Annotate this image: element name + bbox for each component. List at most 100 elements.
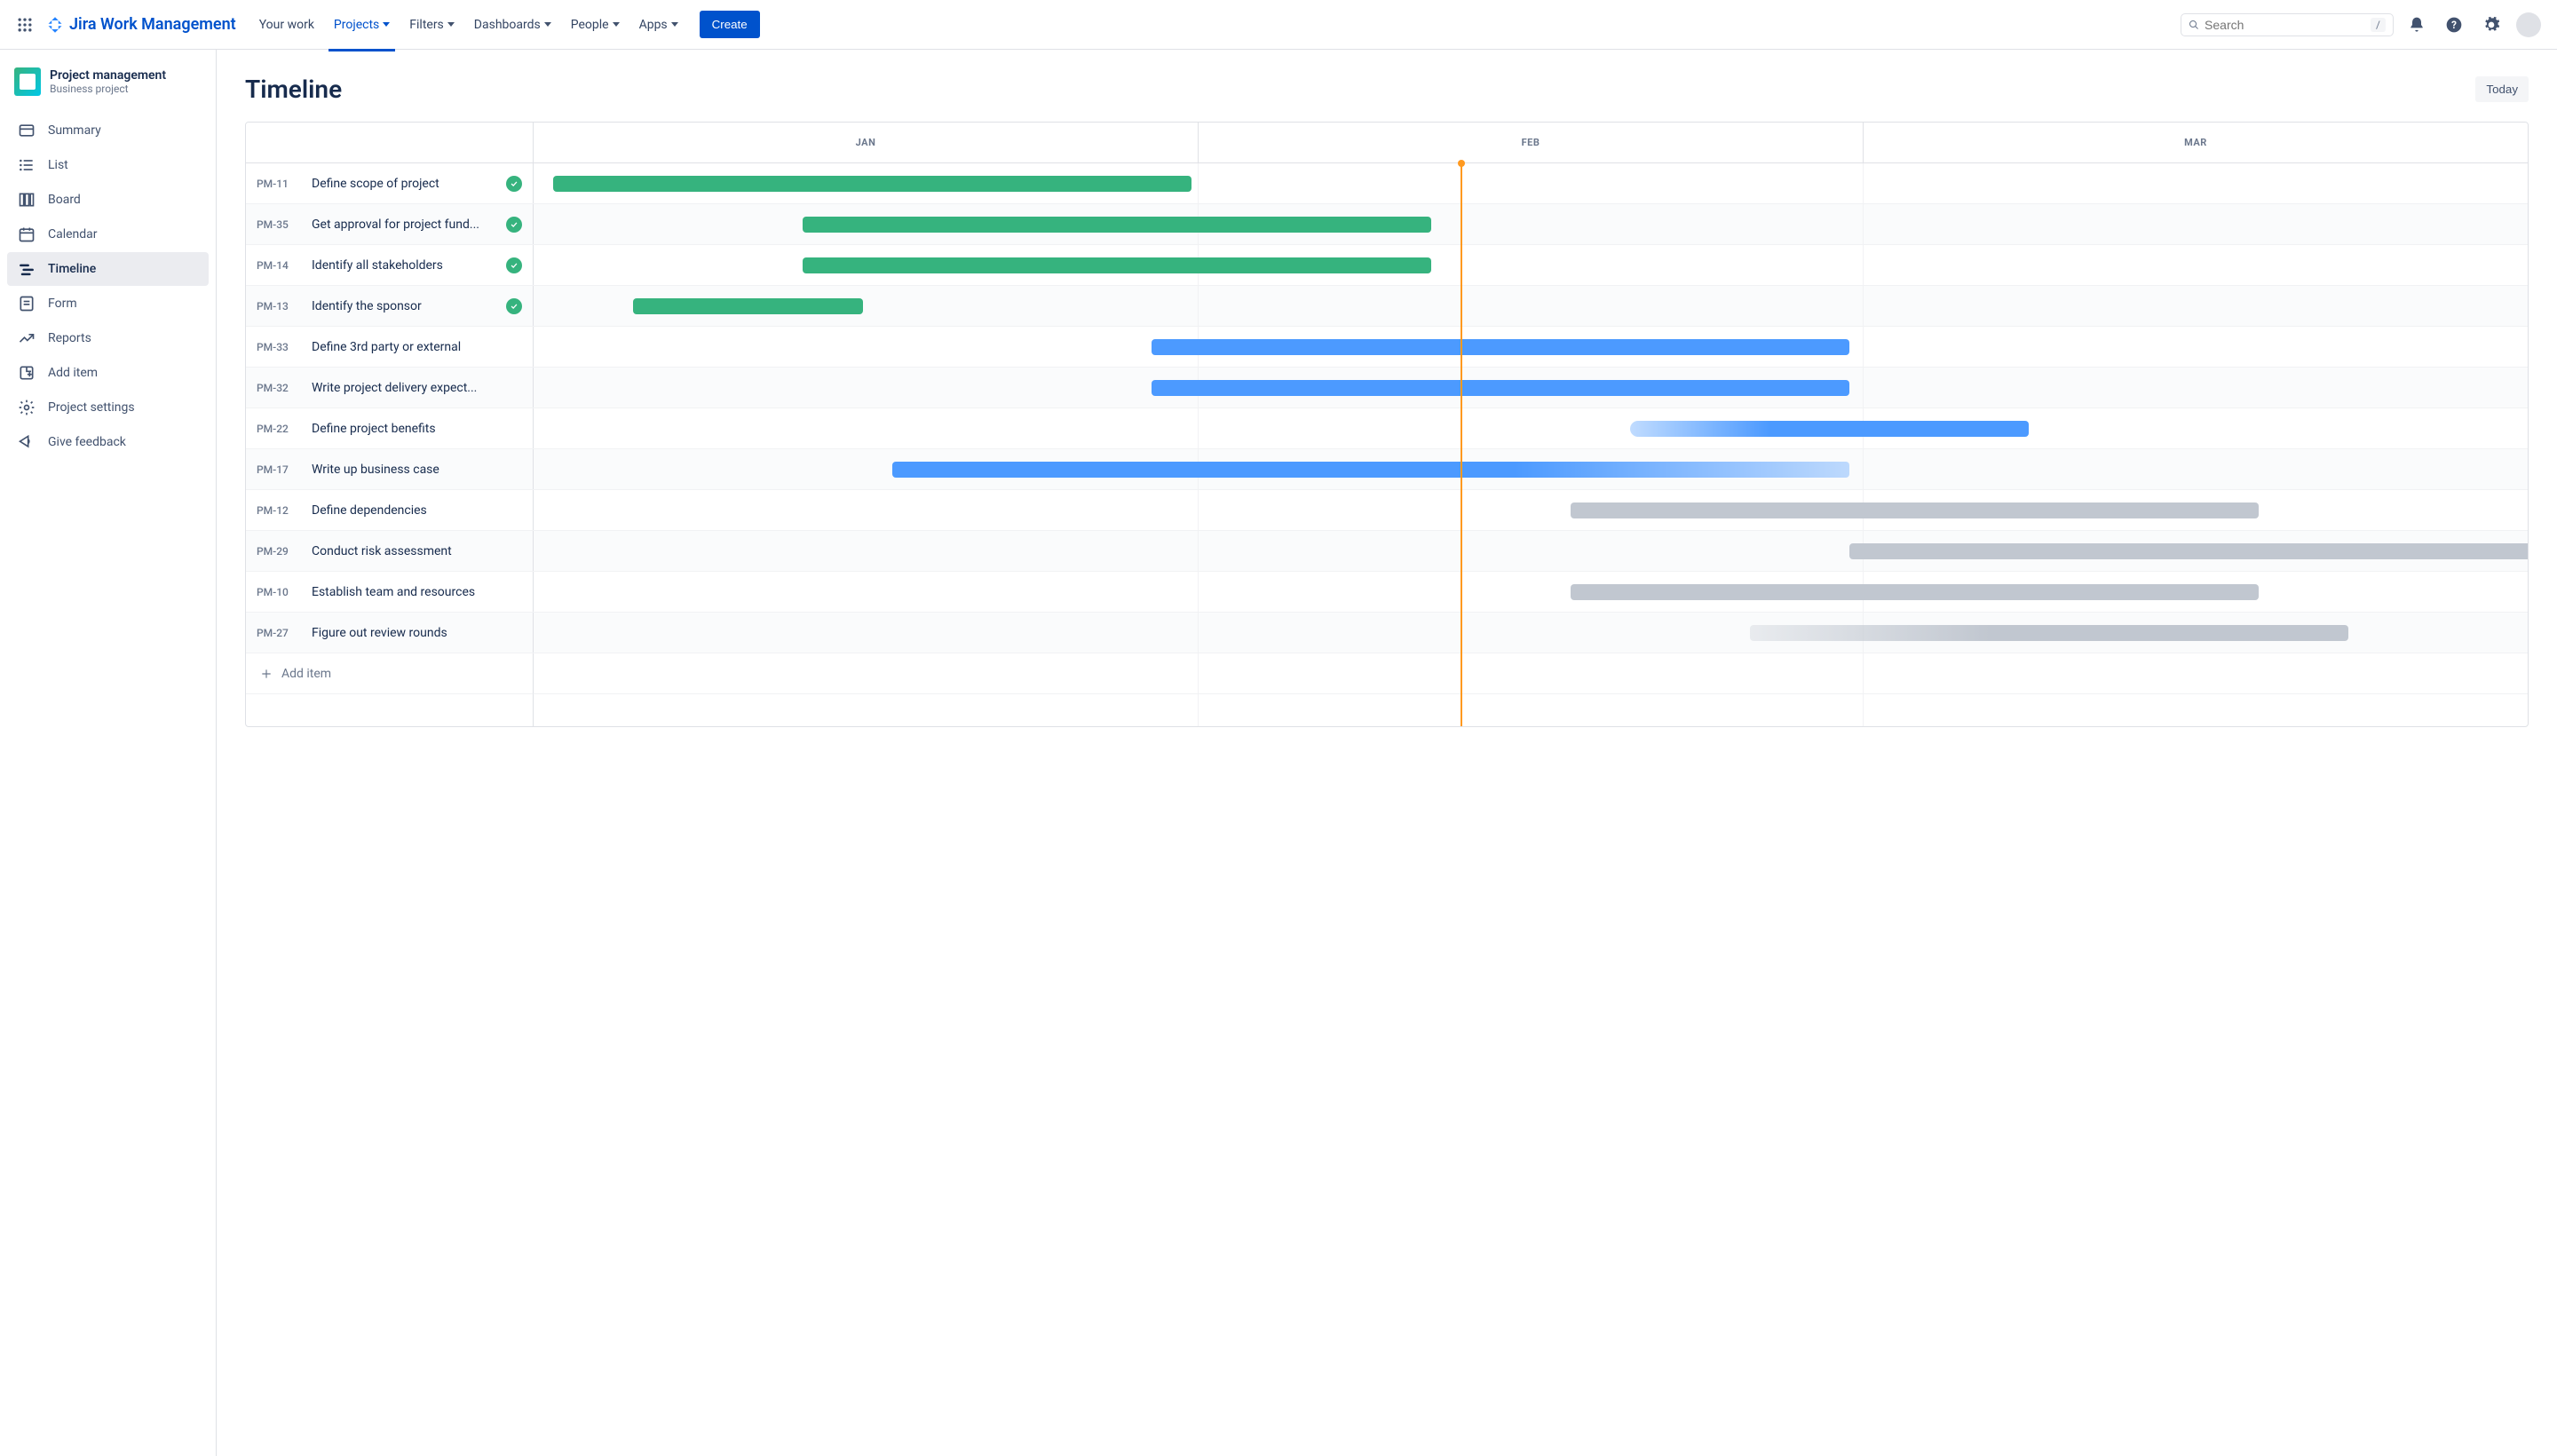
month-header: JAN — [534, 123, 1199, 162]
timeline-row[interactable]: PM-12 Define dependencies — [246, 490, 2528, 531]
sidebar-item-label: Summary — [48, 123, 101, 138]
task-key[interactable]: PM-29 — [257, 545, 299, 558]
gantt-bar[interactable] — [553, 176, 1191, 192]
search-box[interactable]: / — [2181, 13, 2394, 36]
nav-item-dashboards[interactable]: Dashboards — [465, 11, 560, 39]
app-switcher-icon[interactable] — [14, 14, 36, 36]
task-key[interactable]: PM-10 — [257, 586, 299, 598]
nav-item-apps[interactable]: Apps — [630, 11, 687, 39]
profile-avatar[interactable] — [2514, 11, 2543, 39]
sidebar-item-label: Board — [48, 193, 81, 207]
svg-text:?: ? — [2451, 19, 2457, 31]
sidebar-item-timeline[interactable]: Timeline — [7, 252, 209, 286]
sidebar-item-board[interactable]: Board — [7, 183, 209, 217]
timeline-row[interactable]: PM-11 Define scope of project — [246, 163, 2528, 204]
nav-item-label: Dashboards — [474, 18, 541, 32]
task-key[interactable]: PM-35 — [257, 218, 299, 231]
nav-item-people[interactable]: People — [562, 11, 629, 39]
task-key[interactable]: PM-27 — [257, 627, 299, 639]
gantt-bar[interactable] — [1750, 625, 2348, 641]
task-title[interactable]: Identify all stakeholders — [312, 258, 494, 273]
timeline-row[interactable]: PM-29 Conduct risk assessment — [246, 531, 2528, 572]
timeline-row-left: PM-10 Establish team and resources — [246, 572, 534, 612]
timeline-row-left: PM-27 Figure out review rounds — [246, 613, 534, 653]
task-title[interactable]: Get approval for project fund... — [312, 218, 494, 232]
task-key[interactable]: PM-33 — [257, 341, 299, 353]
sidebar-item-list[interactable]: List — [7, 148, 209, 182]
gantt-bar[interactable] — [803, 217, 1430, 233]
timeline-row-left: PM-29 Conduct risk assessment — [246, 531, 534, 571]
task-title[interactable]: Establish team and resources — [312, 585, 522, 599]
task-title[interactable]: Identify the sponsor — [312, 299, 494, 313]
timeline-row-left: PM-22 Define project benefits — [246, 408, 534, 448]
task-key[interactable]: PM-14 — [257, 259, 299, 272]
timeline-row[interactable]: PM-35 Get approval for project fund... — [246, 204, 2528, 245]
nav-item-label: People — [571, 18, 609, 32]
task-title[interactable]: Write project delivery expect... — [312, 381, 522, 395]
task-key[interactable]: PM-32 — [257, 382, 299, 394]
chevron-down-icon — [383, 22, 390, 27]
timeline-row-chart — [534, 613, 2528, 653]
project-name: Project management — [50, 68, 166, 83]
timeline-row-left: PM-32 Write project delivery expect... — [246, 368, 534, 408]
product-name: Jira Work Management — [69, 15, 236, 34]
task-key[interactable]: PM-17 — [257, 463, 299, 476]
create-button[interactable]: Create — [700, 11, 760, 38]
gantt-bar[interactable] — [633, 298, 862, 314]
gantt-bar[interactable] — [892, 462, 1849, 478]
sidebar-item-add-item[interactable]: Add item — [7, 356, 209, 390]
sidebar-item-form[interactable]: Form — [7, 287, 209, 320]
help-icon[interactable]: ? — [2440, 11, 2468, 39]
timeline-row-chart — [534, 327, 2528, 367]
task-title[interactable]: Conduct risk assessment — [312, 544, 522, 558]
add-item-row[interactable]: Add item — [246, 653, 534, 694]
task-key[interactable]: PM-22 — [257, 423, 299, 435]
timeline-row[interactable]: PM-27 Figure out review rounds — [246, 613, 2528, 653]
nav-item-filters[interactable]: Filters — [400, 11, 463, 39]
sidebar-item-calendar[interactable]: Calendar — [7, 218, 209, 251]
sidebar-item-give-feedback[interactable]: Give feedback — [7, 425, 209, 459]
timeline-row-chart — [534, 531, 2528, 571]
timeline-row[interactable]: PM-32 Write project delivery expect... — [246, 368, 2528, 408]
notifications-icon[interactable] — [2403, 11, 2431, 39]
settings-icon[interactable] — [2477, 11, 2506, 39]
gantt-bar[interactable] — [1630, 421, 2029, 437]
gantt-bar[interactable] — [1849, 543, 2529, 559]
task-title[interactable]: Define dependencies — [312, 503, 522, 518]
task-title[interactable]: Define 3rd party or external — [312, 340, 522, 354]
search-input[interactable] — [2205, 18, 2365, 32]
timeline-row-chart — [534, 572, 2528, 612]
timeline-row[interactable]: PM-17 Write up business case — [246, 449, 2528, 490]
gantt-bar[interactable] — [803, 257, 1430, 273]
nav-item-projects[interactable]: Projects — [325, 11, 399, 39]
task-title[interactable]: Figure out review rounds — [312, 626, 522, 640]
gantt-bar[interactable] — [1571, 502, 2259, 518]
sidebar-item-reports[interactable]: Reports — [7, 321, 209, 355]
sidebar-item-project-settings[interactable]: Project settings — [7, 391, 209, 424]
gantt-bar[interactable] — [1152, 339, 1849, 355]
page-title: Timeline — [245, 75, 342, 104]
project-header[interactable]: Project management Business project — [7, 67, 209, 114]
task-title[interactable]: Define project benefits — [312, 422, 522, 436]
product-logo[interactable]: Jira Work Management — [46, 15, 236, 34]
top-nav: Jira Work Management Your workProjectsFi… — [0, 0, 2557, 50]
timeline-row[interactable]: PM-22 Define project benefits — [246, 408, 2528, 449]
nav-item-your-work[interactable]: Your work — [250, 11, 323, 39]
today-button[interactable]: Today — [2475, 76, 2529, 102]
task-title[interactable]: Write up business case — [312, 463, 522, 477]
timeline-container: JANFEBMAR PM-11Define scope of projectPM… — [245, 122, 2529, 727]
task-title[interactable]: Define scope of project — [312, 177, 494, 191]
timeline-row[interactable]: PM-14 Identify all stakeholders — [246, 245, 2528, 286]
timeline-row[interactable]: PM-10 Establish team and resources — [246, 572, 2528, 613]
sidebar-item-label: Form — [48, 297, 77, 311]
sidebar-item-summary[interactable]: Summary — [7, 114, 209, 147]
task-key[interactable]: PM-13 — [257, 300, 299, 313]
gantt-bar[interactable] — [1152, 380, 1849, 396]
timeline-row[interactable]: PM-13 Identify the sponsor — [246, 286, 2528, 327]
task-key[interactable]: PM-11 — [257, 178, 299, 190]
gantt-bar[interactable] — [1571, 584, 2259, 600]
timeline-row[interactable]: PM-33 Define 3rd party or external — [246, 327, 2528, 368]
done-check-icon — [506, 217, 522, 233]
timeline-row-left: PM-14 Identify all stakeholders — [246, 245, 534, 285]
task-key[interactable]: PM-12 — [257, 504, 299, 517]
